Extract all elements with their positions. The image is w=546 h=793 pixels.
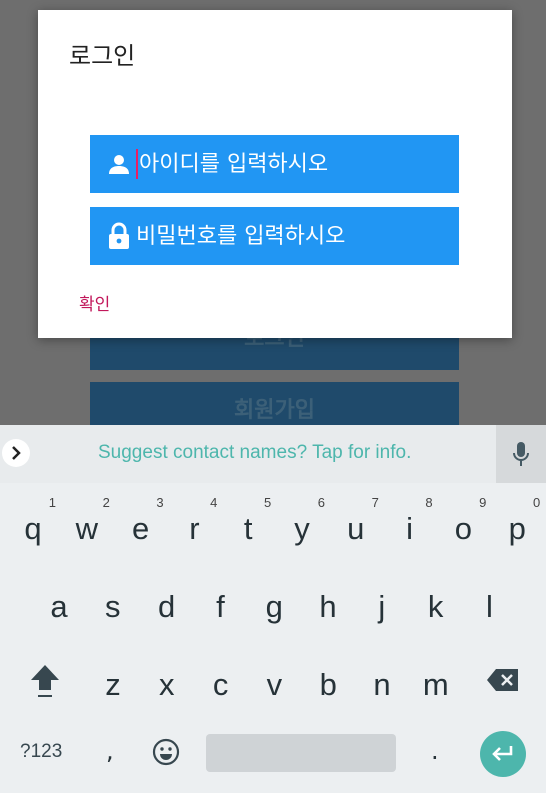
soft-keyboard: Suggest contact names? Tap for info. 1q2… (0, 425, 546, 793)
key[interactable]: 8i (385, 489, 435, 559)
password-field[interactable] (90, 207, 459, 265)
key-hint: 2 (102, 495, 110, 510)
emoji-icon[interactable] (152, 738, 180, 770)
key-hint: 4 (210, 495, 218, 510)
key[interactable]: a (34, 567, 84, 637)
key-label: z (105, 667, 121, 702)
key-label: i (406, 511, 414, 546)
id-input[interactable] (139, 151, 459, 177)
key[interactable]: d (142, 567, 192, 637)
key-label: m (422, 667, 449, 702)
key[interactable]: c (196, 645, 246, 715)
password-input[interactable] (136, 223, 456, 249)
login-dialog: 로그인 확인 (38, 10, 512, 338)
suggestion-text[interactable]: Suggest contact names? Tap for info. (98, 442, 411, 464)
shift-icon[interactable] (29, 663, 61, 703)
key[interactable]: m (411, 645, 461, 715)
key-hint: 8 (425, 495, 433, 510)
key[interactable]: 0p (492, 489, 542, 559)
key-hint: 5 (263, 495, 272, 510)
key-label: l (485, 589, 493, 624)
text-cursor (136, 149, 138, 179)
key-label: e (131, 511, 150, 546)
key-label: r (189, 511, 200, 546)
key-label: f (216, 589, 225, 624)
key[interactable]: j (357, 567, 407, 637)
key-hint: 6 (317, 495, 325, 510)
key-label: x (159, 667, 175, 702)
key[interactable]: k (411, 567, 461, 637)
key-label: s (105, 589, 121, 624)
space-key[interactable] (206, 734, 396, 772)
key[interactable]: n (357, 645, 407, 715)
key-label: k (427, 589, 444, 624)
key[interactable]: v (249, 645, 299, 715)
key[interactable]: 6y (277, 489, 327, 559)
key-label: a (50, 589, 68, 624)
key[interactable]: 4r (169, 489, 219, 559)
microphone-icon[interactable] (496, 425, 546, 483)
comma-key[interactable]: , (106, 737, 114, 765)
key-label: g (265, 589, 283, 624)
key[interactable]: b (303, 645, 353, 715)
key[interactable]: s (88, 567, 138, 637)
key[interactable]: g (249, 567, 299, 637)
key-hint: 9 (479, 495, 487, 510)
key[interactable]: h (303, 567, 353, 637)
suggestion-bar: Suggest contact names? Tap for info. (0, 425, 546, 483)
key-label: y (294, 511, 310, 546)
backspace-icon[interactable] (486, 668, 520, 696)
key[interactable]: x (142, 645, 192, 715)
key-label: q (24, 511, 42, 546)
key[interactable]: 2w (62, 489, 112, 559)
key-label: v (266, 667, 283, 702)
key[interactable]: z (88, 645, 138, 715)
key[interactable]: f (195, 567, 245, 637)
dialog-title: 로그인 (69, 42, 136, 70)
key-label: p (508, 511, 526, 546)
enter-icon[interactable] (480, 731, 526, 777)
key-label: u (347, 511, 365, 546)
person-icon (106, 150, 132, 178)
key-label: c (212, 667, 229, 702)
key-label: n (373, 667, 391, 702)
key-label: w (75, 511, 98, 546)
key[interactable]: 1q (8, 489, 58, 559)
key[interactable]: l (464, 567, 514, 637)
key[interactable]: 3e (116, 489, 166, 559)
key-hint: 0 (532, 495, 541, 510)
key-label: d (157, 589, 176, 624)
key-hint: 1 (48, 495, 56, 510)
key[interactable]: 7u (331, 489, 381, 559)
symbols-key[interactable]: ?123 (20, 741, 62, 763)
id-field[interactable] (90, 135, 459, 193)
period-key[interactable]: . (431, 737, 439, 765)
key[interactable]: 9o (438, 489, 488, 559)
key-label: o (454, 511, 473, 546)
lock-icon (106, 222, 132, 250)
chevron-right-icon[interactable] (2, 439, 30, 467)
confirm-button[interactable]: 확인 (79, 290, 110, 315)
key-label: t (243, 511, 253, 546)
key-hint: 3 (156, 495, 164, 510)
key[interactable]: 5t (223, 489, 273, 559)
key-hint: 7 (371, 495, 379, 510)
key-label: j (378, 589, 386, 624)
key-label: h (319, 589, 337, 624)
key-label: b (319, 667, 337, 702)
